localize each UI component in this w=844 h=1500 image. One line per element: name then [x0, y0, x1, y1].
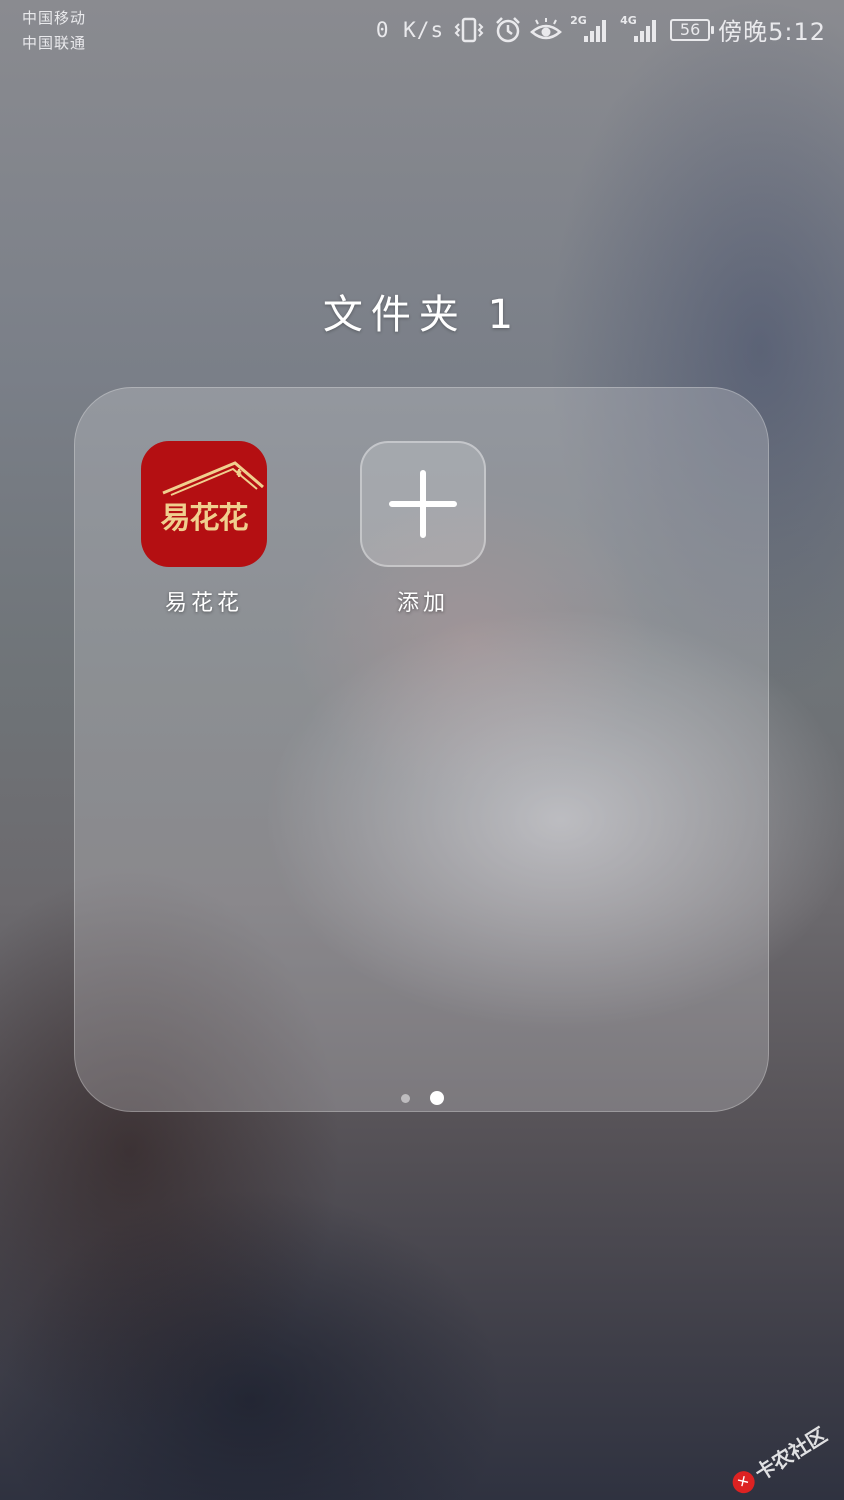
- carrier-info: 中国移动 中国联通: [22, 6, 86, 56]
- vibrate-icon: [454, 17, 484, 42]
- signal-2: 4G: [620, 14, 662, 44]
- page-indicator: [75, 1091, 770, 1105]
- app-yihuahua[interactable]: 易花花 易花花: [124, 441, 284, 617]
- alarm-icon: [496, 16, 520, 42]
- add-label: 添加: [396, 591, 449, 616]
- status-bar: 中国移动 中国联通 0 K/s 2G 4G 56 傍晚5:12: [0, 0, 844, 60]
- signal-icon: [584, 19, 607, 42]
- watermark-text: 卡农社区: [750, 1422, 832, 1486]
- folder-title[interactable]: 文件夹 1: [0, 282, 844, 340]
- clock: 傍晚5:12: [718, 18, 826, 46]
- page-dot-1[interactable]: [401, 1093, 410, 1103]
- eye-comfort-icon: [530, 17, 563, 39]
- signal-1: 2G: [570, 14, 612, 44]
- carrier-2: 中国联通: [22, 34, 87, 52]
- add-app-tile[interactable]: [360, 441, 486, 567]
- status-icons: 0 K/s 2G 4G 56 傍晚5:12: [376, 12, 826, 47]
- carrier-1: 中国移动: [22, 9, 87, 27]
- page-dot-2-active[interactable]: [430, 1091, 444, 1105]
- network-speed: 0 K/s: [375, 17, 445, 42]
- app-logo-text: 易花花: [160, 501, 249, 536]
- signal-icon: [634, 19, 657, 42]
- yihuahua-app-icon[interactable]: 易花花: [141, 441, 267, 567]
- plus-icon: [389, 470, 457, 538]
- watermark: ✕ 卡农社区: [726, 1419, 831, 1500]
- add-app-button[interactable]: 添加: [343, 441, 503, 617]
- app-label: 易花花: [164, 591, 243, 616]
- folder-panel: 易花花 易花花 添加: [74, 387, 769, 1112]
- battery-icon: 56: [670, 18, 715, 41]
